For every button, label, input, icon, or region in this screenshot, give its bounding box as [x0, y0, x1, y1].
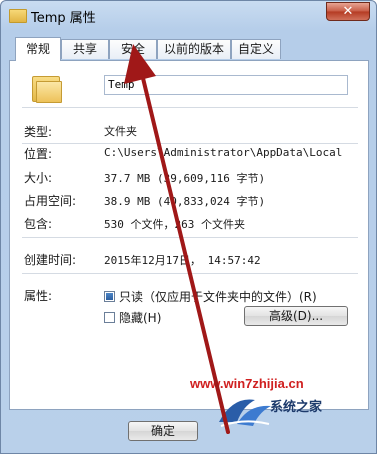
folder-icon	[32, 73, 64, 103]
type-value: 文件夹	[104, 125, 137, 138]
hidden-label[interactable]: 隐藏(H)	[119, 309, 161, 326]
tab-general[interactable]: 常规	[15, 37, 61, 61]
watermark-logo-icon	[219, 399, 271, 427]
created-label: 创建时间:	[24, 253, 77, 267]
contains-value: 530 个文件，263 个文件夹	[104, 218, 245, 231]
disk-size-value: 38.9 MB (40,833,024 字节)	[104, 195, 266, 208]
disk-size-label: 占用空间:	[24, 194, 77, 208]
watermark-logo-text: 系统之家	[270, 399, 323, 414]
ok-button[interactable]: 确定	[128, 421, 198, 441]
divider	[22, 273, 358, 274]
type-label: 类型:	[24, 125, 53, 139]
readonly-checkbox[interactable]	[104, 291, 115, 302]
contains-label: 包含:	[24, 217, 53, 231]
tab-security[interactable]: 安全	[109, 39, 157, 59]
tab-sharing[interactable]: 共享	[61, 39, 109, 59]
close-button[interactable]: ✕	[326, 2, 370, 21]
folder-name-input[interactable]: Temp	[104, 75, 348, 95]
tab-previous-versions[interactable]: 以前的版本	[157, 39, 231, 59]
location-label: 位置:	[24, 147, 53, 161]
tab-customize[interactable]: 自定义	[231, 39, 281, 59]
attributes-label: 属性:	[24, 289, 53, 303]
divider	[22, 143, 358, 144]
divider	[22, 107, 358, 108]
location-value: C:\Users\Administrator\AppData\Local	[104, 146, 343, 159]
watermark-site: www.win7zhijia.cn	[190, 376, 304, 391]
hidden-checkbox[interactable]	[104, 312, 115, 323]
general-panel: Temp 类型: 文件夹 位置: C:\Users\Administrator\…	[9, 60, 369, 410]
window-title: Temp 属性	[31, 11, 96, 26]
divider	[22, 237, 358, 238]
size-value: 37.7 MB (39,609,116 字节)	[104, 172, 266, 185]
properties-window: Temp 属性 ✕ 常规 共享 安全 以前的版本 自定义 Temp 类型: 文件…	[0, 0, 377, 454]
title-bar[interactable]: Temp 属性 ✕	[1, 1, 376, 31]
advanced-button[interactable]: 高级(D)...	[244, 306, 348, 326]
folder-icon	[9, 9, 27, 23]
created-value: 2015年12月17日， 14:57:42	[104, 254, 261, 267]
size-label: 大小:	[24, 171, 53, 185]
readonly-label[interactable]: 只读（仅应用于文件夹中的文件）(R)	[119, 288, 317, 305]
